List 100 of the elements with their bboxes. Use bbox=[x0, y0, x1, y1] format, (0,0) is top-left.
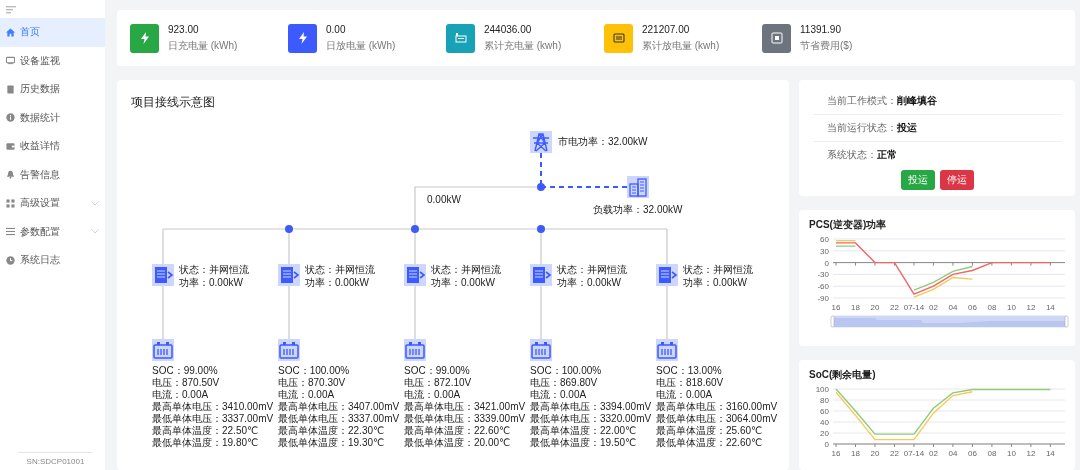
menu-icon bbox=[6, 6, 16, 14]
junction-dot bbox=[411, 225, 419, 233]
connector-line bbox=[414, 285, 416, 340]
battery-info: 最高单体电压：3394.00mV bbox=[530, 401, 652, 413]
stop-button[interactable]: 停运 bbox=[939, 170, 974, 190]
status-label: 当前工作模式： bbox=[827, 94, 897, 108]
axis-label: 07-14 bbox=[903, 449, 925, 458]
axis-label: -30 bbox=[817, 270, 829, 280]
axis-label: 80 bbox=[820, 396, 829, 405]
axis-label: 18 bbox=[851, 449, 860, 458]
info-icon bbox=[6, 113, 15, 123]
nav-item[interactable]: 高级设置 bbox=[0, 189, 105, 218]
axis-label: 08 bbox=[987, 449, 997, 458]
axis-label: 16 bbox=[831, 449, 841, 458]
stat-label: 累计充电量 (kwh) bbox=[484, 38, 562, 53]
battery-info: 最高单体温度：22.50℃ bbox=[152, 425, 259, 437]
axis-label: 22 bbox=[890, 449, 899, 458]
nav-item[interactable]: 收益详情 bbox=[0, 132, 105, 161]
battery-info: 最低单体温度：19.30℃ bbox=[278, 437, 385, 449]
nav-item[interactable]: 设备监视 bbox=[0, 46, 105, 75]
building-icon bbox=[627, 176, 649, 198]
battery-info: SOC：100.00% bbox=[278, 365, 350, 377]
status-value: 正常 bbox=[877, 148, 897, 162]
axis-label: 20 bbox=[870, 449, 880, 458]
battery-info: 最低单体电压：3337.00mV bbox=[278, 413, 400, 425]
clock-icon bbox=[6, 255, 15, 265]
bell-icon bbox=[6, 170, 15, 180]
battery-info: 最高单体温度：22.60℃ bbox=[404, 425, 511, 437]
axis-label: 10 bbox=[1006, 449, 1016, 458]
battery-info: 最低单体电压：3064.00mV bbox=[656, 413, 778, 425]
home-icon bbox=[6, 27, 15, 37]
inverter-info: 状态：并网恒流 bbox=[557, 264, 627, 276]
axis-label: 0 bbox=[824, 258, 829, 268]
stat-value: 0.00 bbox=[326, 23, 347, 35]
battery-icon bbox=[404, 339, 426, 361]
battery-info: 最低单体温度：22.60℃ bbox=[656, 437, 763, 449]
battery-info: 电流：0.00A bbox=[278, 389, 335, 401]
grid-power-label: 市电功率：32.00kW bbox=[558, 136, 648, 148]
battery-info: 电流：0.00A bbox=[530, 389, 587, 401]
axis-label: 02 bbox=[929, 303, 938, 312]
inverter-info: 功率：0.00kW bbox=[683, 277, 747, 289]
axis-label: 100 bbox=[815, 385, 829, 394]
inverter-icon bbox=[404, 264, 426, 286]
battery-info: 电压：818.60V bbox=[656, 377, 724, 389]
battery-info: 最高单体电压：3407.00mV bbox=[278, 401, 400, 413]
battery-icon bbox=[152, 339, 174, 361]
battery-info: 最高单体温度：22.00℃ bbox=[530, 425, 637, 437]
axis-label: 08 bbox=[987, 303, 997, 312]
axis-label: 10 bbox=[1006, 303, 1016, 312]
axis-label: -90 bbox=[817, 294, 829, 303]
inverter-info: 状态：并网恒流 bbox=[431, 264, 501, 276]
axis-label: 04 bbox=[948, 449, 958, 458]
battery-info: 最高单体电压：3421.00mV bbox=[404, 401, 526, 413]
card-title: 项目接线示意图 bbox=[131, 94, 215, 111]
battery-info: 最低单体温度：19.80℃ bbox=[152, 437, 259, 449]
battery-info: 电压：870.30V bbox=[278, 377, 346, 389]
zoom-slider[interactable] bbox=[830, 315, 1069, 328]
axis-label: 12 bbox=[1026, 303, 1036, 312]
axis-label: 04 bbox=[948, 303, 958, 312]
axis-label: 14 bbox=[1045, 449, 1055, 458]
inverter-icon bbox=[530, 264, 552, 286]
inverter-icon bbox=[656, 264, 678, 286]
battery-info: 最低单体温度：20.00℃ bbox=[404, 437, 511, 449]
nav-item[interactable]: 告警信息 bbox=[0, 160, 105, 189]
nav-item[interactable]: 数据统计 bbox=[0, 103, 105, 132]
battery-info: 最低单体温度：19.50℃ bbox=[530, 437, 637, 449]
grid-icon bbox=[6, 198, 15, 208]
connector-line bbox=[288, 285, 290, 340]
nav-item[interactable]: 历史数据 bbox=[0, 75, 105, 104]
battery-info: 最高单体电压：3410.00mV bbox=[152, 401, 274, 413]
axis-label: 60 bbox=[820, 235, 829, 244]
list-icon bbox=[6, 227, 15, 237]
junction-dot bbox=[537, 183, 545, 191]
inverter-info: 状态：并网恒流 bbox=[683, 264, 753, 276]
axis-label: 14 bbox=[1045, 303, 1055, 312]
status-value: 削峰填谷 bbox=[897, 94, 937, 108]
battery-info: 电流：0.00A bbox=[152, 389, 209, 401]
battery-icon bbox=[656, 339, 678, 361]
axis-label: -60 bbox=[817, 282, 829, 292]
connector-line bbox=[162, 285, 164, 340]
battery-info: SOC：99.00% bbox=[404, 365, 470, 377]
wallet-icon bbox=[6, 141, 15, 151]
battery-info: SOC：99.00% bbox=[152, 365, 218, 377]
inverter-info: 功率：0.00kW bbox=[305, 277, 369, 289]
battery-info: SOC：13.00% bbox=[656, 365, 722, 377]
inverter-info: 功率：0.00kW bbox=[557, 277, 621, 289]
axis-label: 16 bbox=[831, 303, 841, 312]
stat-value: 923.00 bbox=[168, 23, 200, 35]
battery-info: 电流：0.00A bbox=[404, 389, 461, 401]
document-icon bbox=[6, 84, 15, 94]
nav-item[interactable]: 系统日志 bbox=[0, 246, 105, 275]
connector-line bbox=[540, 285, 542, 340]
nav-item[interactable]: 参数配置 bbox=[0, 217, 105, 246]
inverter-info: 状态：并网恒流 bbox=[305, 264, 375, 276]
axis-label: 20 bbox=[820, 429, 829, 438]
battery-info: SOC：100.00% bbox=[530, 365, 602, 377]
status-label: 当前运行状态： bbox=[827, 121, 897, 135]
battery-info: 最高单体温度：22.30℃ bbox=[278, 425, 385, 437]
connector-line bbox=[666, 285, 668, 340]
stat-value: 11391.90 bbox=[800, 23, 842, 35]
